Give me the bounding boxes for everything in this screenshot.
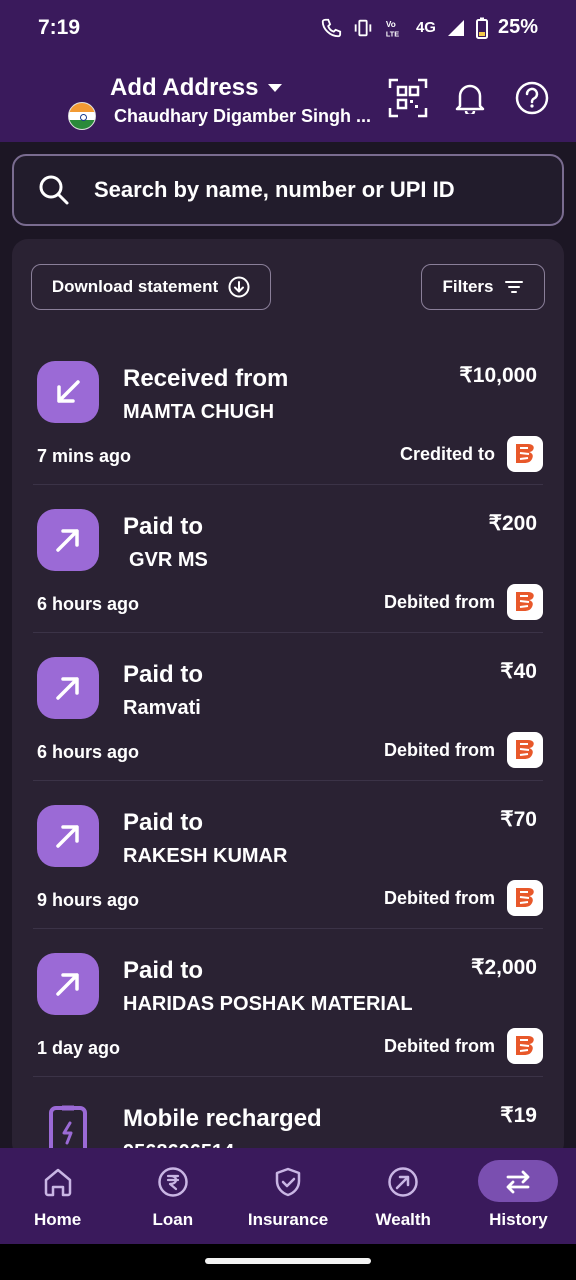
home-icon (42, 1164, 74, 1200)
signal-icon (447, 19, 464, 36)
app-header: Add Address Chaudhary Digamber Singh ... (0, 58, 576, 142)
mobile-recharge-icon (37, 1101, 99, 1148)
bank-logo-icon (507, 584, 543, 620)
search-icon (14, 174, 94, 206)
nav-home[interactable]: Home (0, 1148, 115, 1244)
status-time: 7:19 (38, 16, 81, 39)
call-icon (321, 18, 342, 37)
address-selector[interactable]: Add Address (110, 74, 283, 102)
transaction-amount: ₹70 (500, 808, 537, 831)
nav-label-loan: Loan (152, 1210, 194, 1229)
transaction-item[interactable]: Paid to Ramvati ₹40 6 hours ago Debited … (33, 633, 543, 781)
swap-icon (502, 1164, 534, 1200)
bank-logo-icon (507, 436, 543, 472)
transaction-party: RAKESH KUMAR (123, 845, 288, 867)
transaction-item[interactable]: Paid to GVR MS ₹200 6 hours ago Debited … (33, 485, 543, 633)
battery-level: 25% (497, 16, 538, 38)
transaction-item[interactable]: Paid to HARIDAS POSHAK MATERIAL ₹2,000 1… (33, 929, 543, 1077)
download-icon (228, 276, 250, 298)
network-type: 4G (415, 19, 436, 36)
bell-icon[interactable] (450, 78, 490, 118)
chevron-down-icon (268, 84, 283, 92)
home-gesture-bar[interactable] (205, 1258, 371, 1264)
transaction-party: MAMTA CHUGH (123, 401, 275, 423)
transaction-item[interactable]: Paid to RAKESH KUMAR ₹70 9 hours ago Deb… (33, 781, 543, 929)
transaction-amount: ₹19 (500, 1104, 537, 1127)
shield-icon (272, 1164, 304, 1200)
transaction-amount: ₹200 (488, 512, 537, 535)
address-subtitle[interactable]: Chaudhary Digamber Singh ... (114, 106, 371, 127)
transaction-title: Paid to (123, 957, 204, 984)
help-icon[interactable] (512, 78, 552, 118)
transaction-party: HARIDAS POSHAK MATERIAL (123, 993, 413, 1015)
transaction-amount: ₹2,000 (471, 956, 537, 979)
wealth-icon (387, 1164, 419, 1200)
transaction-time: 7 mins ago (37, 446, 132, 466)
nav-loan[interactable]: Loan (115, 1148, 230, 1244)
status-icons: Vo LTE 4G 25% (320, 16, 538, 39)
transaction-amount: ₹10,000 (459, 364, 537, 387)
search-input[interactable]: Search by name, number or UPI ID (94, 177, 455, 203)
transaction-time: 6 hours ago (37, 742, 140, 762)
qr-scan-icon[interactable] (388, 78, 428, 118)
transaction-title: Paid to (123, 809, 204, 836)
vibrate-icon (354, 19, 372, 36)
india-flag-icon (68, 102, 96, 130)
filters-button[interactable]: Filters (421, 264, 545, 310)
nav-label-history: History (489, 1210, 548, 1229)
transactions-card: Download statement Filters Received from… (12, 239, 564, 1148)
received-arrow-icon (37, 361, 99, 423)
transaction-item[interactable]: Received from MAMTA CHUGH ₹10,000 7 mins… (33, 337, 543, 485)
transaction-status: Debited from (383, 740, 495, 760)
paid-arrow-icon (37, 509, 99, 571)
bank-logo-icon (507, 732, 543, 768)
transaction-title: Received from (123, 365, 289, 392)
transaction-title: Mobile recharged (123, 1105, 322, 1132)
search-bar[interactable]: Search by name, number or UPI ID (12, 154, 564, 226)
bank-logo-icon (507, 1028, 543, 1064)
battery-icon (475, 17, 488, 39)
transaction-status: Debited from (383, 592, 495, 612)
filter-icon (504, 281, 523, 293)
rupee-icon (157, 1164, 189, 1200)
transaction-title: Paid to (123, 513, 204, 540)
transaction-status: Debited from (383, 888, 495, 908)
paid-arrow-icon (37, 953, 99, 1015)
nav-insurance[interactable]: Insurance (230, 1148, 345, 1244)
transaction-title: Paid to (123, 661, 204, 688)
transaction-time: 1 day ago (37, 1038, 121, 1058)
svg-text:LTE: LTE (386, 29, 399, 38)
nav-label-home: Home (33, 1210, 82, 1229)
transaction-time: 6 hours ago (37, 594, 140, 614)
nav-history[interactable]: History (461, 1148, 576, 1244)
download-statement-button[interactable]: Download statement (31, 264, 271, 310)
paid-arrow-icon (37, 657, 99, 719)
volte-icon: VoLTE (386, 20, 399, 38)
address-title: Add Address (110, 74, 259, 101)
transaction-item[interactable]: Mobile recharged 9568606514 ₹19 (33, 1077, 543, 1148)
svg-text:Vo: Vo (386, 20, 396, 29)
nav-label-insurance: Insurance (247, 1210, 329, 1229)
download-statement-label: Download statement (51, 277, 219, 296)
nav-wealth[interactable]: Wealth (346, 1148, 461, 1244)
status-bar: 7:19 Vo LTE 4G 25% (0, 0, 576, 58)
bank-logo-icon (507, 880, 543, 916)
transaction-status: Credited to (399, 444, 495, 464)
system-nav-bar (0, 1244, 576, 1280)
transaction-time: 9 hours ago (37, 890, 140, 910)
history-screen: Search by name, number or UPI ID Downloa… (0, 142, 576, 1148)
transaction-party: GVR MS (129, 549, 208, 571)
transaction-amount: ₹40 (500, 660, 537, 683)
transaction-status: Debited from (383, 1036, 495, 1056)
transaction-party: Ramvati (123, 697, 201, 719)
transaction-party: 9568606514 (123, 1141, 234, 1148)
filters-label: Filters (442, 277, 494, 296)
paid-arrow-icon (37, 805, 99, 867)
bottom-nav: Home Loan Insurance Wealth History (0, 1148, 576, 1244)
nav-label-wealth: Wealth (375, 1210, 431, 1229)
